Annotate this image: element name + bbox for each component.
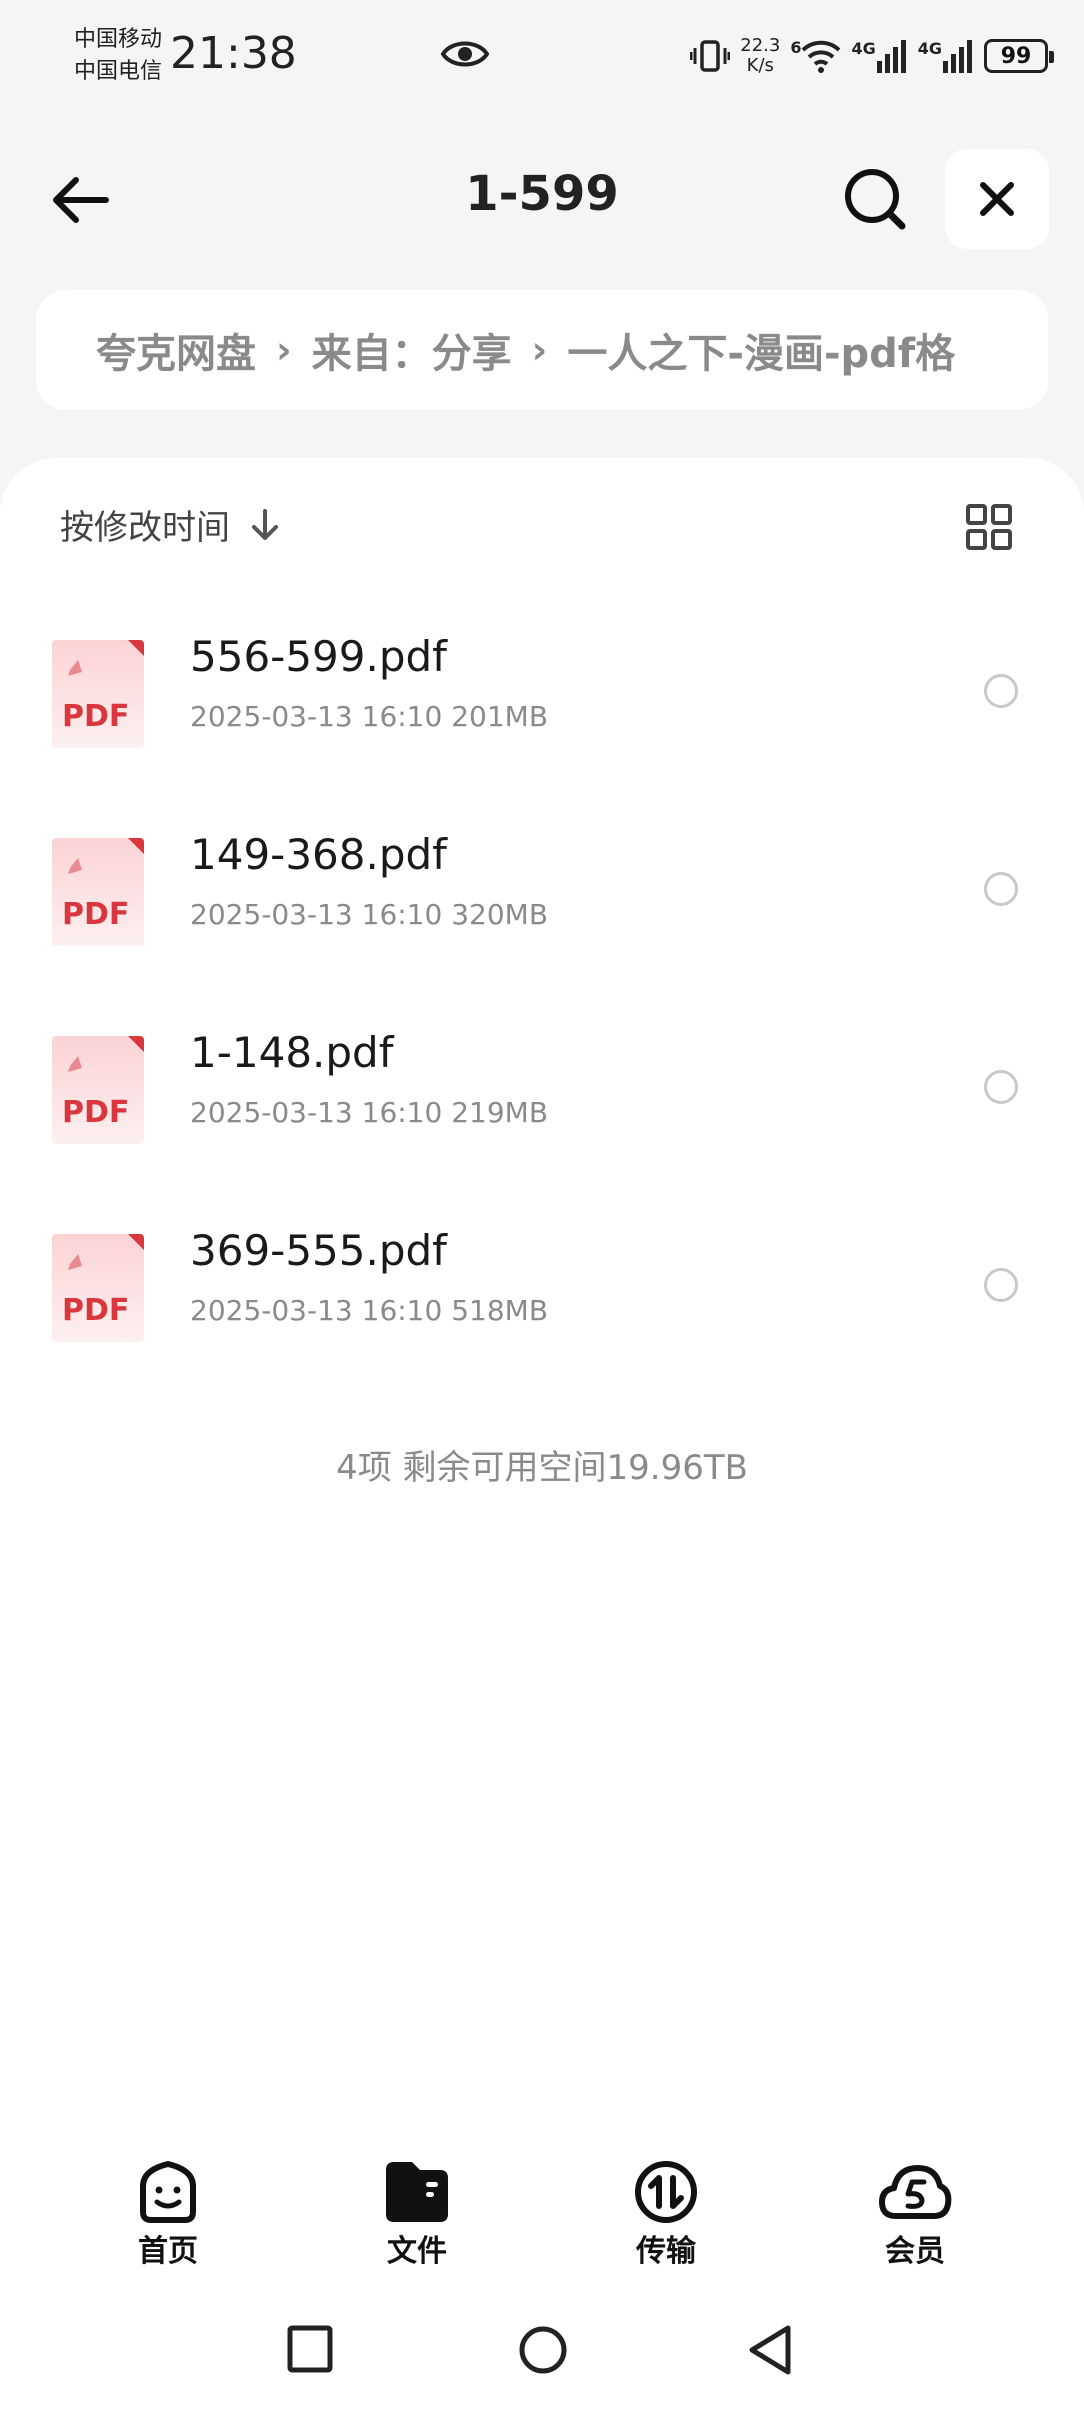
file-row[interactable]: PDF 149-368.pdf 2025-03-13 16:10 320MB <box>0 798 1084 968</box>
pdf-file-icon: PDF <box>52 640 144 748</box>
svg-text:PDF: PDF <box>62 1095 129 1130</box>
file-meta: 2025-03-13 16:10 518MB <box>190 1294 549 1327</box>
select-radio[interactable] <box>984 1070 1018 1104</box>
nav-home[interactable]: 首页 <box>88 2160 248 2270</box>
breadcrumb-item-root[interactable]: 夸克网盘 <box>96 321 256 379</box>
chevron-right-icon: › <box>531 328 548 372</box>
signal-1: 4G <box>851 39 907 73</box>
file-name: 149-368.pdf <box>190 830 447 879</box>
vibrate-icon <box>690 40 731 72</box>
close-button[interactable] <box>945 149 1049 249</box>
recent-apps-icon[interactable] <box>286 2320 336 2380</box>
arrow-down-icon <box>252 508 278 540</box>
file-name: 556-599.pdf <box>190 632 447 681</box>
nav-member[interactable]: 会员 <box>835 2160 995 2270</box>
close-icon <box>980 182 1014 216</box>
carrier-info: 中国移动 中国电信 <box>74 24 162 88</box>
speed-unit: K/s <box>746 55 774 76</box>
net-speed: 22.3 K/s <box>740 36 780 76</box>
grid-view-icon[interactable] <box>966 504 1012 550</box>
folder-icon <box>386 2162 448 2222</box>
wifi-status: 6 <box>790 38 841 74</box>
signal-2: 4G <box>918 39 974 73</box>
page-title: 1-599 <box>465 166 619 222</box>
smile-home-icon <box>140 2161 196 2223</box>
nav-label: 首页 <box>138 2234 198 2269</box>
carrier-1: 中国移动 <box>74 27 163 52</box>
clock: 21:38 <box>170 28 297 79</box>
select-radio[interactable] <box>984 872 1018 906</box>
nav-label: 会员 <box>885 2234 945 2269</box>
net-type-2: 4G <box>917 39 942 58</box>
battery-indicator: 99 <box>984 39 1054 73</box>
pdf-file-icon: PDF <box>52 1234 144 1342</box>
file-meta: 2025-03-13 16:10 320MB <box>190 898 549 931</box>
breadcrumb-item-folder[interactable]: 一人之下-漫画-pdf格 <box>567 321 955 379</box>
sort-control[interactable]: 按修改时间 <box>60 500 280 549</box>
svg-text:PDF: PDF <box>62 897 129 932</box>
select-radio[interactable] <box>984 1268 1018 1302</box>
file-meta: 2025-03-13 16:10 201MB <box>190 700 549 733</box>
select-radio[interactable] <box>984 674 1018 708</box>
home-circle-icon[interactable] <box>516 2320 570 2380</box>
nav-transfer[interactable]: 传输 <box>586 2160 746 2270</box>
net-type-1: 4G <box>851 39 876 58</box>
breadcrumb-item-share[interactable]: 来自：分享 <box>312 321 512 379</box>
file-row[interactable]: PDF 556-599.pdf 2025-03-13 16:10 201MB <box>0 600 1084 770</box>
speed-value: 22.3 <box>740 35 781 56</box>
pdf-file-icon: PDF <box>52 838 144 946</box>
wifi-badge: 6 <box>790 38 802 57</box>
transfer-icon <box>635 2161 697 2223</box>
file-meta: 2025-03-13 16:10 219MB <box>190 1096 549 1129</box>
eye-icon <box>440 41 490 67</box>
svg-text:PDF: PDF <box>62 1293 129 1328</box>
back-triangle-icon[interactable] <box>746 2320 796 2380</box>
svg-text:PDF: PDF <box>62 699 129 734</box>
breadcrumb: 夸克网盘 › 来自：分享 › 一人之下-漫画-pdf格 <box>36 290 1048 410</box>
status-bar: 中国移动 中国电信 21:38 22.3 K/s 6 4G 4G 99 <box>0 0 1084 110</box>
wifi-icon <box>802 40 841 73</box>
nav-files[interactable]: 文件 <box>337 2160 497 2270</box>
search-icon[interactable] <box>842 166 908 232</box>
file-row[interactable]: PDF 369-555.pdf 2025-03-13 16:10 518MB <box>0 1194 1084 1364</box>
pdf-file-icon: PDF <box>52 1036 144 1144</box>
signal-bars-icon <box>876 40 906 73</box>
nav-label: 传输 <box>636 2234 696 2269</box>
file-name: 369-555.pdf <box>190 1226 447 1275</box>
file-name: 1-148.pdf <box>190 1028 394 1077</box>
signal-bars-icon <box>943 40 972 73</box>
storage-summary: 4项 剩余可用空间19.96TB <box>336 1448 748 1488</box>
sort-label: 按修改时间 <box>60 508 230 548</box>
cloud-member-icon <box>879 2165 952 2219</box>
carrier-2: 中国电信 <box>74 59 163 84</box>
chevron-right-icon: › <box>276 328 292 372</box>
nav-label: 文件 <box>387 2234 447 2269</box>
file-row[interactable]: PDF 1-148.pdf 2025-03-13 16:10 219MB <box>0 996 1084 1166</box>
